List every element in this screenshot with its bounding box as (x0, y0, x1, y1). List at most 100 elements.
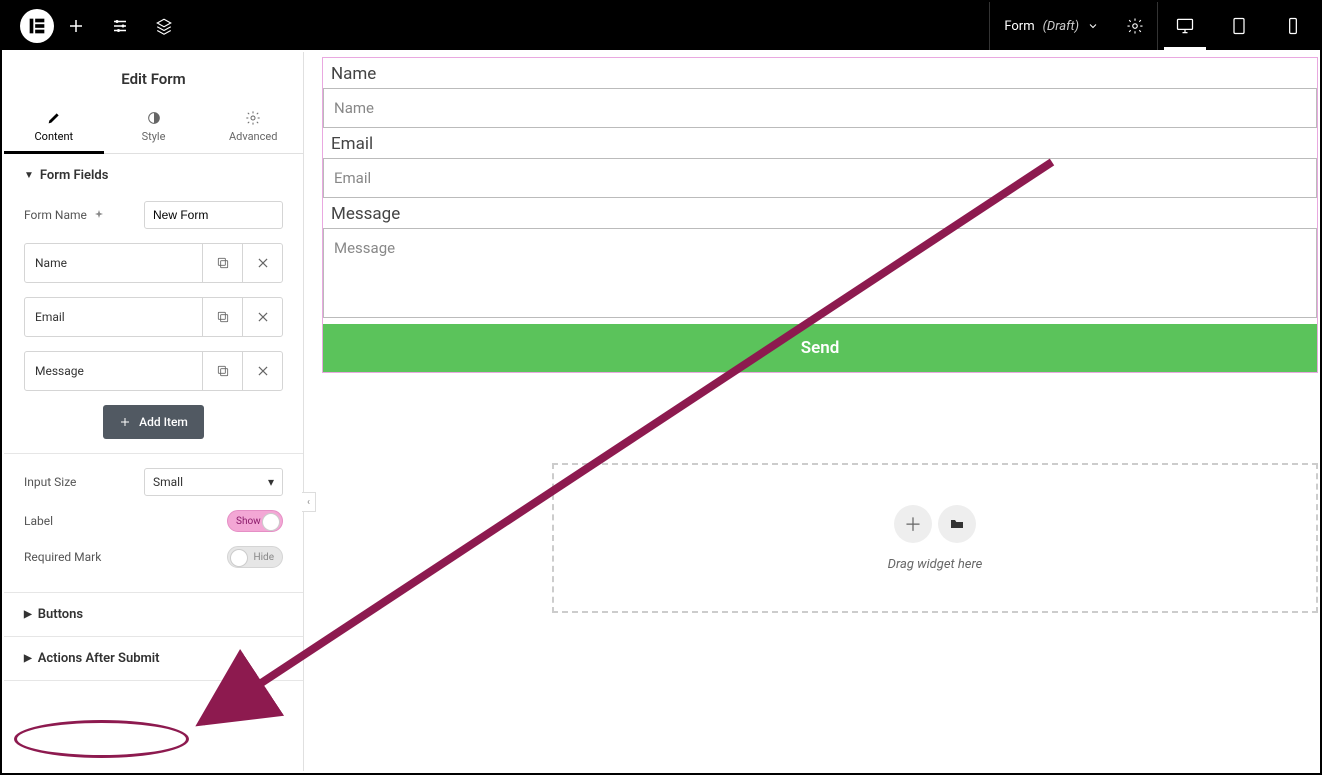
plus-icon: ＋ (904, 511, 922, 537)
dropzone-folder-button[interactable] (938, 505, 976, 543)
cog-icon (245, 110, 261, 126)
input-size-row: Input Size Small ▾ (24, 468, 283, 496)
responsive-desktop[interactable] (1158, 2, 1212, 50)
form-name-label: Form Name (24, 208, 134, 222)
remove-field-button[interactable] (242, 352, 282, 390)
form-name-row: Form Name (24, 201, 283, 229)
tab-style[interactable]: Style (104, 102, 204, 153)
caret-right-icon: ▶ (24, 609, 32, 620)
ai-sparkle-icon[interactable] (93, 209, 105, 221)
label-toggle-label: Label (24, 514, 134, 528)
section-form-fields-header[interactable]: ▼ Form Fields (4, 154, 303, 197)
form-name-input-preview[interactable]: Name (323, 88, 1317, 128)
label-row: Label Show (24, 510, 283, 532)
chevron-down-icon (1087, 20, 1099, 32)
section-actions-header[interactable]: ▶ Actions After Submit (4, 637, 303, 680)
field-item[interactable]: Name (24, 243, 283, 283)
section-form-fields-title: Form Fields (40, 168, 108, 183)
section-form-fields: ▼ Form Fields Form Name Name Email (4, 154, 303, 593)
copy-icon (216, 256, 230, 270)
add-field-label: Add Item (139, 415, 188, 429)
document-switcher[interactable]: Form (Draft) (989, 2, 1113, 50)
panel-collapse-handle[interactable]: ‹ (302, 492, 316, 512)
tab-advanced[interactable]: Advanced (203, 102, 303, 153)
section-actions-after-submit: ▶ Actions After Submit (4, 637, 303, 681)
doc-name: Form (1004, 19, 1034, 34)
section-form-fields-body: Form Name Name Email Message (4, 197, 303, 592)
form-email-input-preview[interactable]: Email (323, 158, 1317, 198)
copy-icon (216, 364, 230, 378)
close-icon (256, 256, 270, 270)
copy-icon (216, 310, 230, 324)
form-submit-button-preview[interactable]: Send (323, 324, 1317, 372)
panel-title: Edit Form (4, 52, 303, 102)
section-actions-title: Actions After Submit (38, 651, 160, 666)
section-buttons-title: Buttons (38, 607, 83, 622)
topbar-right: Form (Draft) (989, 2, 1320, 50)
gear-icon (1126, 17, 1144, 35)
drop-zone-icons: ＋ (894, 505, 976, 543)
caret-down-icon: ▼ (24, 170, 34, 181)
divider (4, 453, 303, 454)
dropzone-add-button[interactable]: ＋ (894, 505, 932, 543)
desktop-icon (1175, 16, 1195, 36)
top-toolbar: Form (Draft) (2, 2, 1320, 50)
folder-icon (949, 516, 965, 532)
sliders-icon (111, 17, 129, 35)
add-field-button[interactable]: Add Item (103, 405, 204, 439)
field-item-label: Email (25, 298, 202, 336)
panel-tabs: Content Style Advanced (4, 102, 303, 154)
field-item[interactable]: Message (24, 351, 283, 391)
responsive-tablet[interactable] (1212, 2, 1266, 50)
responsive-group (1157, 2, 1320, 50)
remove-field-button[interactable] (242, 244, 282, 282)
required-toggle[interactable]: Hide (227, 546, 283, 568)
tablet-icon (1229, 16, 1249, 36)
responsive-mobile[interactable] (1266, 2, 1320, 50)
duplicate-field-button[interactable] (202, 352, 242, 390)
duplicate-field-button[interactable] (202, 298, 242, 336)
add-element-button[interactable] (54, 2, 98, 50)
editor-panel: Edit Form Content Style Advanced ▼ Form … (4, 52, 304, 771)
contrast-icon (146, 110, 162, 126)
form-message-textarea-preview[interactable]: Message (323, 228, 1317, 318)
topbar-left (2, 2, 186, 50)
pencil-icon (46, 110, 62, 126)
label-toggle[interactable]: Show (227, 510, 283, 532)
form-widget[interactable]: Name Name Email Email Message Message Se… (322, 57, 1318, 373)
remove-field-button[interactable] (242, 298, 282, 336)
section-buttons: ▶ Buttons (4, 593, 303, 637)
site-settings-button[interactable] (98, 2, 142, 50)
page-settings-button[interactable] (1113, 2, 1157, 50)
layers-icon (155, 17, 173, 35)
required-row: Required Mark Hide (24, 546, 283, 568)
drop-zone[interactable]: ＋ Drag widget here (552, 463, 1318, 613)
structure-button[interactable] (142, 2, 186, 50)
tab-content[interactable]: Content (4, 102, 104, 153)
input-size-select[interactable]: Small ▾ (144, 468, 283, 496)
elementor-logo-icon (26, 15, 48, 37)
input-size-value: Small (153, 475, 183, 489)
editor-canvas: Name Name Email Email Message Message Se… (322, 57, 1318, 771)
form-fields-repeater: Name Email Message (24, 243, 283, 391)
field-item[interactable]: Email (24, 297, 283, 337)
chevron-down-icon: ▾ (268, 475, 274, 489)
required-toggle-label: Required Mark (24, 550, 134, 564)
elementor-logo[interactable] (20, 9, 54, 43)
tab-style-label: Style (142, 130, 166, 143)
close-icon (256, 310, 270, 324)
close-icon (256, 364, 270, 378)
section-buttons-header[interactable]: ▶ Buttons (4, 593, 303, 636)
drop-zone-hint: Drag widget here (888, 557, 983, 572)
tab-advanced-label: Advanced (229, 130, 277, 143)
form-field-label: Name (323, 58, 1317, 88)
caret-right-icon: ▶ (24, 653, 32, 664)
form-name-input[interactable] (144, 201, 283, 229)
plus-icon (119, 416, 131, 428)
field-item-label: Name (25, 244, 202, 282)
form-field-label: Email (323, 128, 1317, 158)
mobile-icon (1283, 16, 1303, 36)
tab-content-label: Content (35, 130, 74, 143)
duplicate-field-button[interactable] (202, 244, 242, 282)
plus-icon (67, 17, 85, 35)
